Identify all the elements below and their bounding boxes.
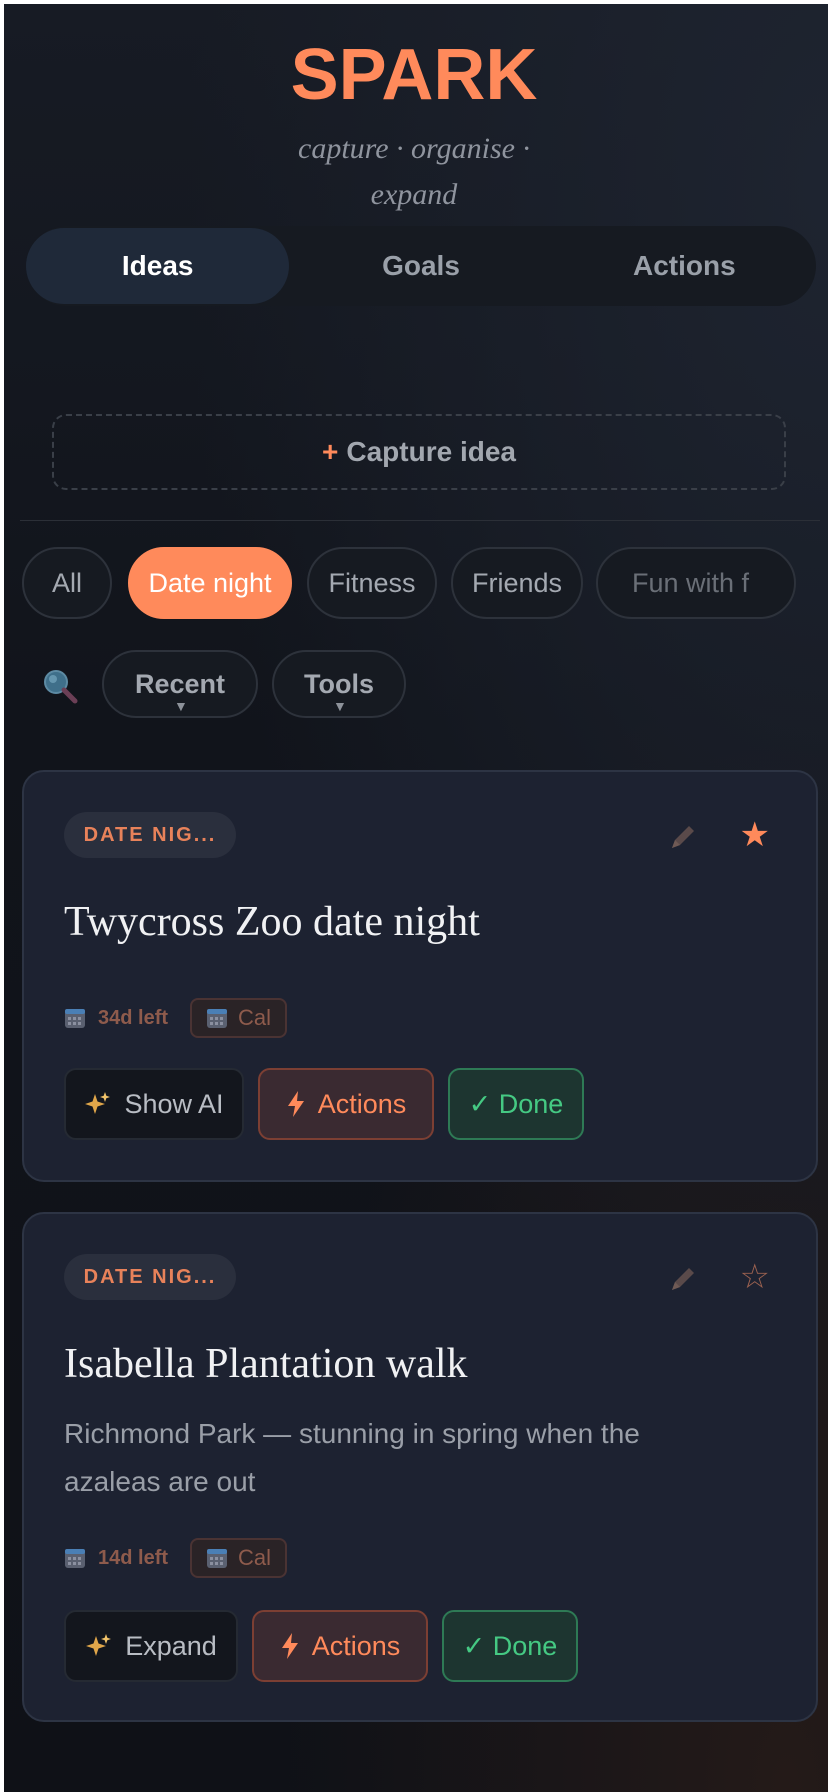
main-tabs: Ideas Goals Actions xyxy=(26,226,816,306)
calendar-icon xyxy=(65,1009,85,1028)
idea-description: Richmond Park — stunning in spring when … xyxy=(64,1418,640,1497)
category-badge: DATE NIG... xyxy=(64,812,236,858)
divider xyxy=(20,520,820,521)
filter-chip-fitness[interactable]: Fitness xyxy=(307,547,437,619)
expand-label: Expand xyxy=(125,1630,217,1661)
filter-chip-friends[interactable]: Friends xyxy=(451,547,583,619)
filter-chip-date-night[interactable]: Date night xyxy=(128,547,292,619)
sparkles-icon xyxy=(84,1090,112,1118)
expand-button[interactable]: Expand xyxy=(64,1610,238,1682)
idea-card[interactable]: DATE NIG... ☆ Isabella Plantation walk R… xyxy=(22,1212,818,1722)
app-screen: SPARK capture · organise · expand Ideas … xyxy=(4,4,828,1792)
deadline-row: 34d left Cal xyxy=(64,998,288,1038)
tools-dropdown[interactable]: Tools ▼ xyxy=(272,650,406,718)
deadline-row: 14d left Cal xyxy=(64,1538,288,1578)
star-icon[interactable]: ★ xyxy=(740,818,770,852)
days-left: 34d left xyxy=(98,1006,169,1029)
done-button[interactable]: ✓ Done xyxy=(442,1610,578,1682)
days-left: 14d left xyxy=(98,1546,169,1569)
lightning-icon xyxy=(286,1090,306,1118)
calendar-button-label: Cal xyxy=(238,1005,272,1030)
calendar-icon xyxy=(65,1549,85,1568)
capture-idea-label: Capture idea xyxy=(346,436,516,467)
edit-pencil-icon[interactable] xyxy=(668,1264,698,1294)
chevron-down-icon: ▼ xyxy=(333,698,347,714)
filter-chip-fun-with[interactable]: Fun with f xyxy=(596,547,796,619)
chevron-down-icon: ▼ xyxy=(174,698,188,714)
add-to-calendar-button[interactable]: Cal xyxy=(190,998,288,1038)
idea-title: Isabella Plantation walk xyxy=(64,1341,468,1387)
search-icon[interactable] xyxy=(42,668,80,706)
category-filter-bar: All Date night Fitness Friends Fun with … xyxy=(20,547,828,619)
idea-title: Twycross Zoo date night xyxy=(64,899,480,945)
tools-dropdown-label: Tools xyxy=(304,668,374,699)
actions-button[interactable]: Actions xyxy=(258,1068,434,1140)
plus-icon: + xyxy=(322,436,339,467)
tagline-line-1: capture · organise · xyxy=(298,132,530,165)
app-tagline: capture · organise · expand xyxy=(264,126,564,218)
card-actions: Show AI Actions ✓ Done xyxy=(64,1068,598,1140)
tab-ideas[interactable]: Ideas xyxy=(26,228,290,304)
filter-chip-all[interactable]: All xyxy=(22,547,112,619)
tab-actions[interactable]: Actions xyxy=(553,228,816,304)
capture-idea-button[interactable]: + Capture idea xyxy=(52,414,786,490)
sort-dropdown[interactable]: Recent ▼ xyxy=(102,650,258,718)
tagline-line-2: expand xyxy=(370,178,458,211)
app-logo: SPARK xyxy=(290,35,538,115)
category-badge: DATE NIG... xyxy=(64,1254,236,1300)
sparkles-icon xyxy=(85,1632,113,1660)
calendar-icon xyxy=(207,1009,228,1028)
show-ai-button[interactable]: Show AI xyxy=(64,1068,244,1140)
done-button[interactable]: ✓ Done xyxy=(448,1068,584,1140)
idea-card[interactable]: DATE NIG... ★ Twycross Zoo date night 34… xyxy=(22,770,818,1182)
sort-dropdown-label: Recent xyxy=(134,668,226,699)
tab-goals[interactable]: Goals xyxy=(289,228,552,304)
card-actions: Expand Actions ✓ Done xyxy=(64,1610,592,1682)
star-outline-icon[interactable]: ☆ xyxy=(740,1260,770,1294)
add-to-calendar-button[interactable]: Cal xyxy=(190,1538,288,1578)
edit-pencil-icon[interactable] xyxy=(668,822,698,852)
calendar-icon xyxy=(207,1549,228,1568)
lightning-icon xyxy=(280,1632,300,1660)
actions-button[interactable]: Actions xyxy=(252,1610,428,1682)
actions-label: Actions xyxy=(317,1088,407,1119)
show-ai-label: Show AI xyxy=(124,1088,224,1119)
actions-label: Actions xyxy=(311,1630,401,1661)
calendar-button-label: Cal xyxy=(238,1545,272,1570)
